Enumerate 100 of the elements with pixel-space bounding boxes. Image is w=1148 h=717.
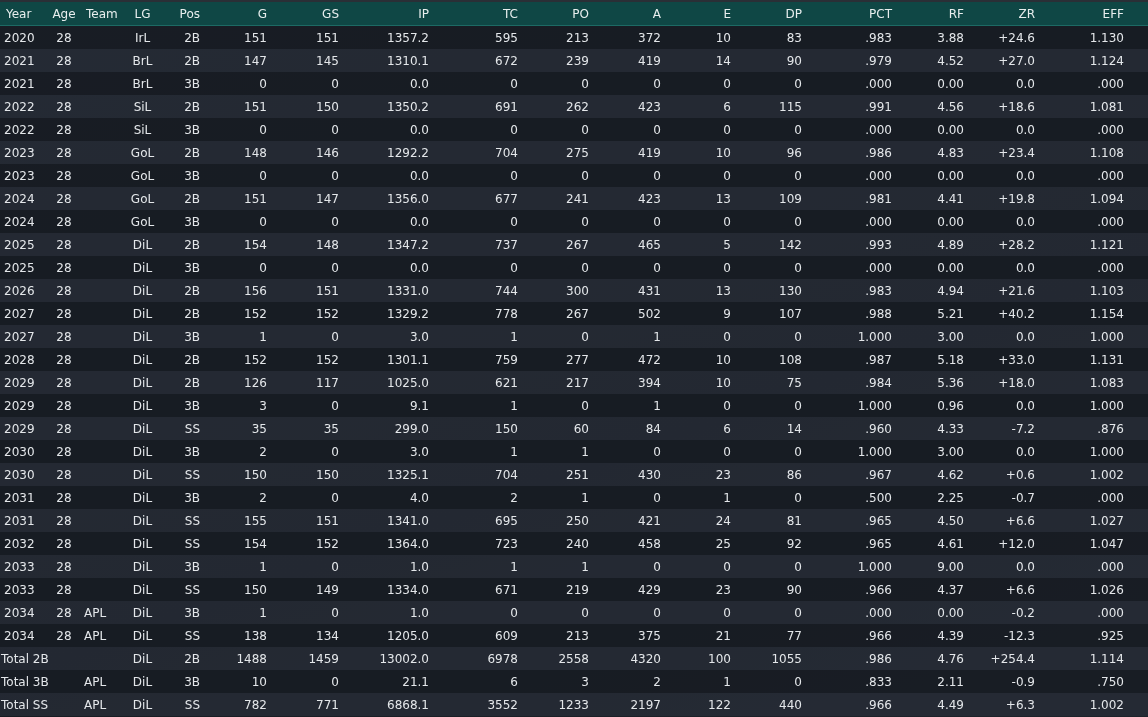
table-cell-text: 213 [565, 628, 590, 643]
table-cell-text: 4.33 [936, 421, 965, 436]
table-cell-text: 3B [183, 76, 201, 91]
column-header[interactable]: Year [0, 6, 48, 21]
table-cell-text: .000 [1096, 260, 1125, 275]
table-cell-text: 149 [315, 582, 340, 597]
table-cell-text: -0.2 [1010, 605, 1036, 620]
table-cell-text: 2B [183, 375, 201, 390]
table-cell-text: DiL [131, 237, 154, 252]
column-header[interactable]: E [666, 6, 736, 21]
table-cell-text: 0 [330, 490, 340, 505]
table-cell-text: 1 [722, 490, 732, 505]
table-cell-text: 1.000 [856, 444, 893, 459]
table-cell-text: 9.1 [408, 398, 430, 413]
table-cell-text: 2034 [3, 628, 36, 643]
table-cell-text: DiL [131, 283, 154, 298]
column-header[interactable]: A [594, 6, 666, 21]
table-cell-text: .966 [864, 697, 893, 712]
table-cell-text: 0 [330, 214, 340, 229]
table-cell-text: 0 [793, 214, 803, 229]
table-cell-text: APL [83, 605, 108, 620]
table-cell-text: 1.121 [1088, 237, 1125, 252]
table-cell-text: 0.0 [1014, 398, 1036, 413]
table-cell-text: 2023 [3, 145, 36, 160]
column-header[interactable]: Team [80, 6, 125, 21]
table-cell-text: 23 [714, 467, 732, 482]
table-cell-text: 375 [637, 628, 662, 643]
column-header[interactable]: G [205, 6, 272, 21]
table-cell-text: 28 [55, 53, 73, 68]
table-cell-text: 2B [183, 99, 201, 114]
column-header[interactable]: PCT [807, 6, 897, 21]
table-cell-text: SS [183, 697, 201, 712]
column-header[interactable]: ZR [969, 6, 1040, 21]
table-cell-text: DiL [131, 352, 154, 367]
table-cell-text: 1055 [770, 651, 803, 666]
table-cell-text: 28 [55, 352, 73, 367]
table-cell-text: 1357.2 [386, 30, 430, 45]
table-cell-text: .966 [864, 582, 893, 597]
table-cell-text: .981 [864, 191, 893, 206]
table-cell-text: 6 [722, 99, 732, 114]
table-cell-text: 782 [243, 697, 268, 712]
table-cell-text: 1.000 [1088, 398, 1125, 413]
table-cell-text: 0.0 [408, 122, 430, 137]
column-header[interactable]: LG [125, 6, 160, 21]
table-cell-text: 2022 [3, 122, 36, 137]
table-cell-text: DiL [131, 513, 154, 528]
table-cell-text: 2023 [3, 168, 36, 183]
table-cell-text: 0 [580, 122, 590, 137]
column-header[interactable]: EFF [1040, 6, 1129, 21]
table-cell-text: 299.0 [393, 421, 430, 436]
table-cell-text: 275 [565, 145, 590, 160]
table-cell-text: 2021 [3, 53, 36, 68]
column-header[interactable]: Age [48, 6, 80, 21]
table-cell-text: 2033 [3, 559, 36, 574]
table-cell-text: 0.96 [936, 398, 965, 413]
table-cell-text: DiL [131, 697, 154, 712]
column-header[interactable]: GS [272, 6, 344, 21]
table-cell-text: 0 [258, 122, 268, 137]
table-cell-text: 28 [55, 237, 73, 252]
column-header[interactable]: DP [736, 6, 807, 21]
table-cell-text: 0 [793, 398, 803, 413]
table-cell-text: DiL [131, 536, 154, 551]
table-cell-text: 3B [183, 122, 201, 137]
table-cell-text: .876 [1096, 421, 1125, 436]
table-cell-text: DiL [131, 559, 154, 574]
table-cell-text: 431 [637, 283, 662, 298]
table-cell-text: 28 [55, 467, 73, 482]
table-cell-text: 423 [637, 191, 662, 206]
table-cell-text: .000 [864, 122, 893, 137]
table-cell-text: 0 [580, 76, 590, 91]
table-cell-text: 138 [243, 628, 268, 643]
table-cell-text: 4.50 [936, 513, 965, 528]
column-header[interactable]: RF [897, 6, 969, 21]
table-cell-text: 0 [722, 444, 732, 459]
column-header[interactable]: PO [523, 6, 594, 21]
column-header[interactable]: TC [434, 6, 523, 21]
table-cell-text: 2029 [3, 421, 36, 436]
column-header[interactable]: Pos [160, 6, 205, 21]
table-cell-text: 2030 [3, 467, 36, 482]
table-cell-text: 24 [714, 513, 732, 528]
table-cell-text: 0.0 [408, 76, 430, 91]
table-cell-text: DiL [131, 628, 154, 643]
table-cell-text: 0 [330, 168, 340, 183]
table-cell-text: 1.081 [1088, 99, 1125, 114]
table-cell-text: 0 [509, 76, 519, 91]
table-cell-text: 672 [494, 53, 519, 68]
table-cell-text: .000 [864, 168, 893, 183]
table-cell-text: 1.131 [1088, 352, 1125, 367]
table-cell-text: 2034 [3, 605, 36, 620]
column-header[interactable]: IP [344, 6, 434, 21]
table-cell-text: 4.61 [936, 536, 965, 551]
table-cell-text: .984 [864, 375, 893, 390]
table-cell-text: 0 [580, 329, 590, 344]
table-cell-text: 2021 [3, 76, 36, 91]
table-cell-text: 117 [315, 375, 340, 390]
table-cell-text: DiL [131, 582, 154, 597]
table-cell-text: 3B [183, 605, 201, 620]
table-cell-text: 1 [580, 559, 590, 574]
table-cell-text: 1 [580, 490, 590, 505]
table-cell-text: 0 [330, 398, 340, 413]
